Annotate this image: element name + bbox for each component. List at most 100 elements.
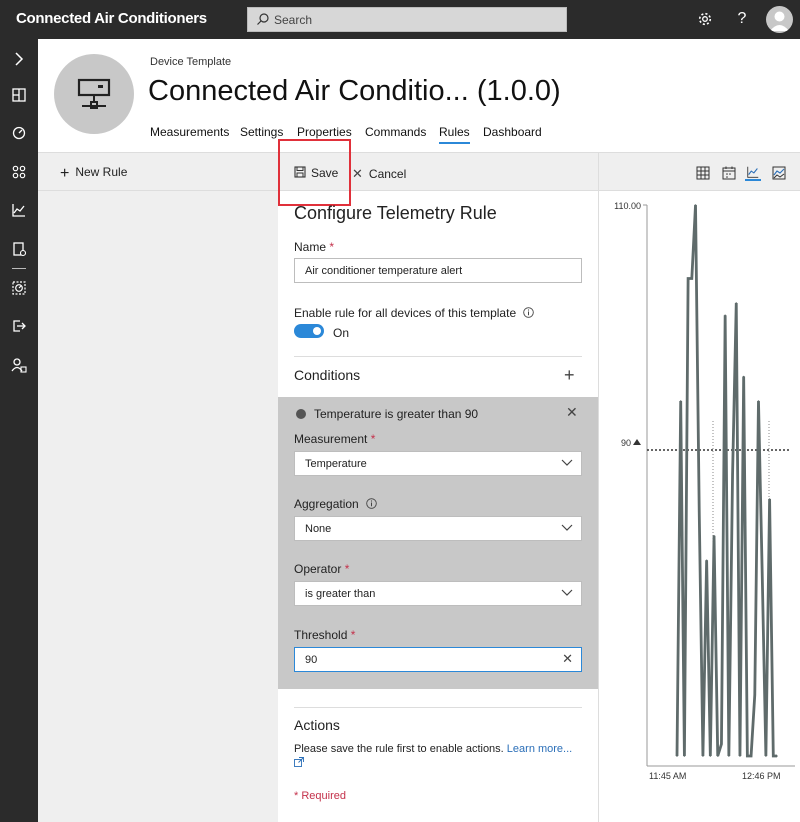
data-point [679,400,682,402]
measurement-select[interactable]: Temperature [294,451,582,476]
data-point [720,743,723,745]
divider [294,707,582,708]
add-condition-icon[interactable]: + [564,365,575,386]
x-tick-label: 12:46 PM [742,771,781,781]
new-rule-label: New Rule [75,165,128,179]
device-image[interactable] [54,54,134,134]
analytics-icon[interactable] [10,201,28,219]
enable-label: Enable rule for all devices of this temp… [294,306,535,320]
data-point [705,559,708,562]
tab-measurements[interactable]: Measurements [150,125,229,139]
chevron-down-icon [561,589,573,596]
data-point [761,571,763,574]
clear-icon[interactable]: ✕ [562,651,573,667]
page-title[interactable]: Connected Air Conditio... (1.0.0) [148,75,561,108]
aggregation-select[interactable]: None [294,516,582,541]
chevron-down-icon [561,459,573,466]
conditions-heading: Conditions [294,367,361,383]
data-point [753,694,756,696]
data-point [776,755,778,757]
condition-summary: Temperature is greater than 90 [314,407,479,421]
y-max-label: 110.00 [614,201,641,211]
data-point [676,755,678,757]
rules-list-pane: + New Rule [38,153,278,822]
left-rail [0,39,38,822]
data-point [724,314,726,317]
form-title: Configure Telemetry Rule [294,203,497,223]
help-icon[interactable]: ? [731,8,753,30]
condition-card: Temperature is greater than 90 ✕ Measure… [278,397,598,689]
threshold-input[interactable]: 90 ✕ [294,647,582,672]
close-condition-icon[interactable]: ✕ [566,404,578,421]
data-point [687,277,689,280]
series-line [675,204,777,758]
header-subtitle: Device Template [150,56,232,68]
data-point [694,204,697,206]
rules-toolbar: + New Rule [38,153,278,191]
device-explorer-icon[interactable] [10,124,28,142]
data-point [765,755,767,757]
rule-toolbar: Save ✕ Cancel [278,139,598,206]
area-chart-icon[interactable] [771,165,787,181]
grid-icon[interactable] [695,165,711,181]
data-point [716,755,719,757]
device-icon [77,78,111,109]
tab-commands[interactable]: Commands [365,125,426,139]
user-icon [770,11,789,31]
gear-icon[interactable] [694,8,716,30]
chart-toolbar [599,153,800,191]
measurement-label: Measurement * [294,432,376,446]
name-field[interactable]: Air conditioner temperature alert [294,258,582,283]
tab-rules[interactable]: Rules [439,125,470,144]
data-point [757,400,760,402]
external-link-icon[interactable] [294,757,304,767]
aggregation-label: Aggregation [294,497,377,511]
telemetry-chart[interactable]: 110.00 90 11:45 AM 12:46 PM [599,191,800,822]
operator-label: Operator * [294,562,350,576]
dashboard-icon[interactable] [10,86,28,104]
required-note: * Required [294,790,346,802]
info-icon[interactable] [523,307,535,318]
search-box[interactable]: Search [247,7,567,32]
data-point [739,755,741,757]
tab-settings[interactable]: Settings [240,125,283,139]
cancel-button[interactable]: ✕ Cancel [352,166,406,182]
actions-message: Please save the rule first to enable act… [294,742,584,772]
line-chart-icon[interactable] [745,165,761,181]
data-point [683,755,686,757]
chart-pane: 110.00 90 11:45 AM 12:46 PM [598,153,800,822]
data-point [731,473,734,476]
chevron-right-icon[interactable] [10,50,28,68]
data-point [772,755,775,757]
info-icon[interactable] [366,498,377,509]
enable-toggle[interactable] [294,324,324,338]
plus-icon: + [60,165,70,182]
data-point [750,755,752,757]
toggle-state-label: On [333,326,350,340]
calendar-icon[interactable] [721,165,737,181]
learn-more-link[interactable]: Learn more... [507,743,572,755]
export-icon[interactable] [10,317,28,335]
new-rule-button[interactable]: + New Rule [60,165,127,183]
jobs-icon[interactable] [10,240,28,258]
device-templates-icon[interactable] [10,163,28,181]
rail-divider [12,268,26,269]
data-point [735,302,738,304]
threshold-label: Threshold * [294,628,356,642]
top-bar: Connected Air Conditioners Search ? [0,0,800,39]
data-point [709,755,712,757]
tab-dashboard[interactable]: Dashboard [483,125,542,139]
condition-status-dot [296,409,306,419]
data-point [698,510,701,513]
x-tick-label: 11:45 AM [649,771,686,781]
data-point [691,277,693,280]
rule-config-pane: Save ✕ Cancel Configure Telemetry Rule Na… [278,139,598,822]
tab-properties[interactable]: Properties [297,125,352,139]
administration-icon[interactable] [10,356,28,374]
continuous-export-icon[interactable] [10,279,28,297]
data-point [702,755,704,757]
operator-select[interactable]: is greater than [294,581,582,606]
avatar[interactable] [766,6,793,33]
name-label: Name * [294,240,335,254]
divider [294,356,582,357]
